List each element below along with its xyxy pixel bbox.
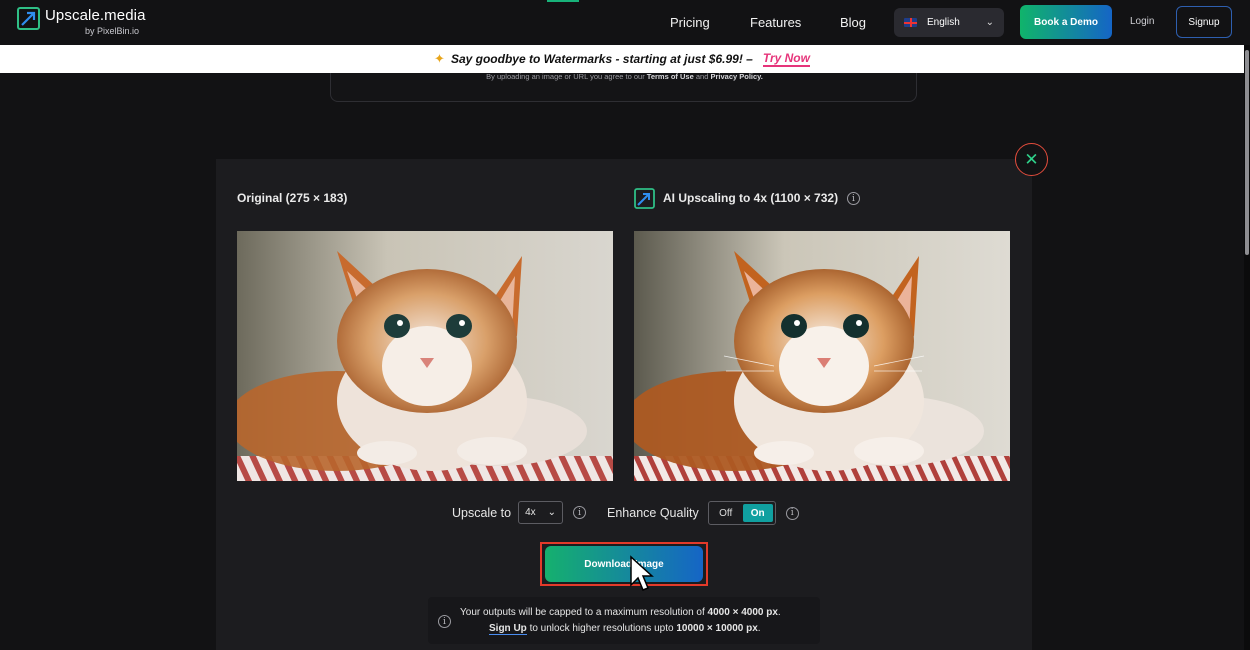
note-mid: to unlock higher resolutions upto	[529, 623, 674, 634]
nav-blog[interactable]: Blog	[840, 15, 866, 30]
uk-flag-icon	[904, 18, 917, 27]
info-icon[interactable]: i	[573, 506, 587, 519]
promo-banner: ✦ Say goodbye to Watermarks - starting a…	[0, 45, 1244, 73]
note-line-1: Your outputs will be capped to a maximum…	[460, 607, 781, 618]
upscale-label: Upscale to	[452, 505, 512, 520]
upscaled-image	[634, 231, 1010, 481]
ai-upscale-icon	[634, 188, 655, 209]
upscaled-title: AI Upscaling to 4x (1100 × 732)	[663, 191, 839, 205]
note-line-2: Sign Up to unlock higher resolutions upt…	[489, 623, 761, 635]
brand-name: Upscale.media	[45, 7, 146, 24]
kitten-photo-upscaled	[634, 231, 1010, 481]
sparkle-icon: ✦	[434, 51, 445, 66]
enhance-quality-toggle[interactable]: Off On	[707, 501, 776, 525]
note-signup-link[interactable]: Sign Up	[489, 623, 527, 635]
kitten-photo-original	[237, 231, 613, 481]
terms-of-use-link[interactable]: Terms of Use	[647, 72, 694, 81]
upscale-value: 4x	[525, 507, 536, 518]
info-icon[interactable]: i	[847, 192, 860, 205]
upscale-factor-select[interactable]: 4x ⌄	[518, 501, 564, 524]
privacy-policy-link[interactable]: Privacy Policy.	[710, 72, 762, 81]
brand-subtitle: by PixelBin.io	[85, 26, 140, 36]
terms-notice: By uploading an image or URL you agree t…	[331, 72, 918, 81]
login-link[interactable]: Login	[1130, 16, 1154, 27]
nav-pricing[interactable]: Pricing	[670, 15, 710, 30]
upscale-logo-icon	[17, 7, 40, 30]
chevron-down-icon: ⌄	[985, 17, 994, 28]
note-prefix: Your outputs will be capped to a maximum…	[460, 607, 705, 618]
signup-button[interactable]: Signup	[1176, 6, 1232, 38]
mouse-cursor-icon	[630, 555, 654, 591]
download-image-button[interactable]: Download Image	[545, 546, 703, 582]
info-icon: i	[438, 615, 451, 628]
upscale-control: Upscale to 4x ⌄ i	[452, 501, 587, 524]
terms-and: and	[695, 72, 709, 81]
close-icon[interactable]: ✕	[1015, 143, 1048, 176]
original-image	[237, 231, 613, 481]
active-indicator	[547, 0, 579, 2]
higher-resolution-value: 10000 × 10000 px	[676, 623, 758, 634]
max-resolution-value: 4000 × 4000 px	[707, 607, 778, 618]
try-now-link[interactable]: Try Now	[762, 51, 810, 67]
scrollbar-thumb[interactable]	[1245, 50, 1249, 255]
terms-prefix: By uploading an image or URL you agree t…	[486, 72, 645, 81]
info-icon[interactable]: i	[785, 506, 799, 520]
language-select[interactable]: English ⌄	[894, 8, 1004, 37]
brand-logo[interactable]: Upscale.media by PixelBin.io	[17, 7, 146, 36]
toggle-off-option[interactable]: Off	[711, 504, 741, 522]
top-navbar: Upscale.media by PixelBin.io Pricing Fea…	[0, 0, 1250, 45]
enhance-control: Enhance Quality Off On i	[607, 501, 799, 525]
language-label: English	[927, 17, 960, 28]
promo-text: Say goodbye to Watermarks - starting at …	[450, 52, 753, 66]
nav-features[interactable]: Features	[750, 15, 801, 30]
enhance-label: Enhance Quality	[607, 506, 699, 520]
toggle-on-option[interactable]: On	[742, 504, 773, 522]
chevron-down-icon: ⌄	[547, 507, 557, 518]
resolution-note: i Your outputs will be capped to a maxim…	[428, 597, 820, 644]
original-title: Original (275 × 183)	[237, 191, 348, 205]
book-demo-button[interactable]: Book a Demo	[1020, 5, 1112, 39]
